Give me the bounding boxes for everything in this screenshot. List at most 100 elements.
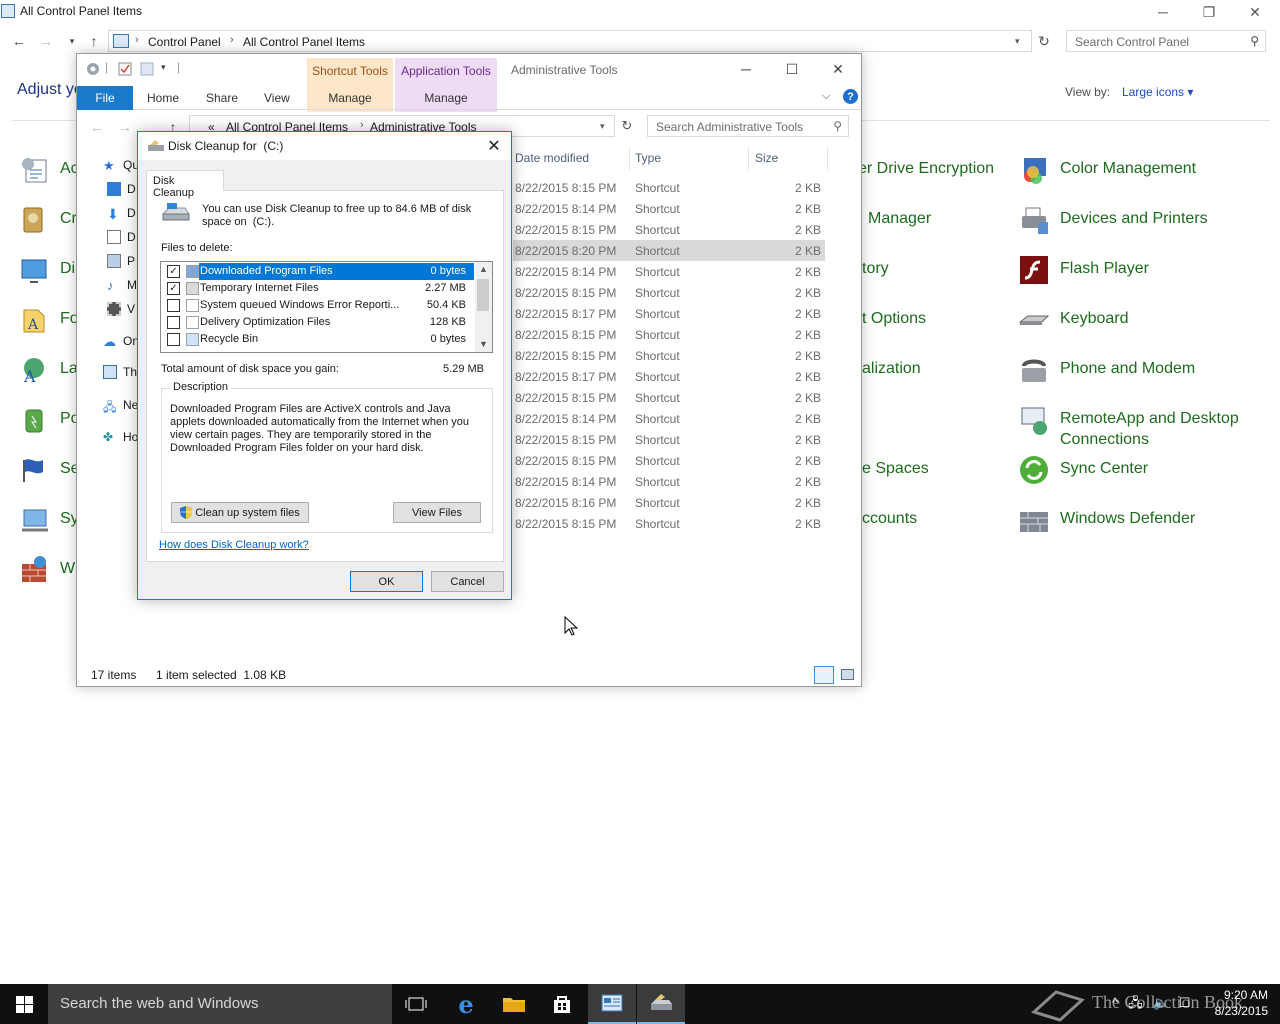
scroll-down-icon[interactable]: ▼ — [475, 337, 492, 352]
chevron-down-icon[interactable]: ▾ — [600, 121, 605, 132]
close-icon[interactable]: ✕ — [478, 132, 510, 160]
breadcrumb-all-items[interactable]: All Control Panel Items — [243, 35, 365, 49]
table-row[interactable]: 8/22/2015 8:15 PM Shortcut 2 KB — [513, 387, 825, 408]
properties-icon[interactable] — [117, 61, 133, 77]
search-icon[interactable]: ⚲ — [1250, 34, 1259, 48]
column-type[interactable]: Type — [635, 151, 661, 165]
table-row[interactable]: 8/22/2015 8:15 PM Shortcut 2 KB — [513, 345, 825, 366]
expand-ribbon-icon[interactable]: ⌵ — [822, 90, 830, 103]
maximize-icon[interactable]: ☐ — [769, 54, 815, 84]
list-item[interactable]: Delivery Optimization Files 128 KB — [161, 314, 476, 331]
cancel-button[interactable]: Cancel — [431, 571, 504, 592]
cp-item-mid-5[interactable]: e Spaces — [862, 454, 929, 479]
cp-item-mid-3[interactable]: t Options — [862, 304, 926, 329]
scroll-thumb[interactable] — [477, 279, 489, 311]
cp-item-mid-0[interactable]: er Drive Encryption — [858, 154, 994, 179]
cp-item-windows-defender[interactable]: Windows Defender — [1018, 504, 1195, 536]
table-row[interactable]: 8/22/2015 8:14 PM Shortcut 2 KB — [513, 408, 825, 429]
start-button[interactable] — [0, 984, 48, 1024]
close-icon[interactable]: ✕ — [815, 54, 861, 84]
taskbar-file-explorer[interactable] — [490, 984, 538, 1024]
taskbar-search-box[interactable]: Search the web and Windows — [48, 984, 392, 1024]
up-arrow-icon[interactable]: ↑ — [84, 31, 104, 51]
tab-share[interactable]: Share — [206, 91, 238, 105]
taskbar-disk-cleanup[interactable] — [637, 984, 685, 1024]
cp-item-flash-player[interactable]: Flash Player — [1018, 254, 1149, 286]
list-item[interactable]: ✓ Temporary Internet Files 2.27 MB — [161, 280, 476, 297]
list-item[interactable]: Recycle Bin 0 bytes — [161, 331, 476, 348]
minimize-icon[interactable]: ─ — [1140, 0, 1186, 24]
clean-up-system-files-button[interactable]: Clean up system files — [171, 502, 309, 523]
cp-item-mid-4[interactable]: alization — [862, 354, 921, 379]
nav-network[interactable]: 🖧 Ne — [103, 398, 138, 414]
system-tray[interactable]: ^🖧🔈☐ — [1112, 994, 1200, 1016]
chevron-right-icon[interactable]: › — [135, 34, 139, 46]
nav-videos[interactable]: V — [107, 302, 135, 316]
file-checkbox[interactable]: ✓ — [167, 282, 180, 295]
table-row[interactable]: 8/22/2015 8:14 PM Shortcut 2 KB — [513, 261, 825, 282]
chevron-right-icon[interactable]: › — [230, 34, 234, 46]
forward-arrow-icon[interactable]: → — [36, 31, 56, 51]
table-row[interactable]: 8/22/2015 8:17 PM Shortcut 2 KB — [513, 366, 825, 387]
table-row[interactable]: 8/22/2015 8:15 PM Shortcut 2 KB — [513, 450, 825, 471]
cp-item-left-4[interactable]: A La — [18, 354, 78, 386]
scroll-up-icon[interactable]: ▲ — [475, 262, 492, 277]
details-view-icon[interactable] — [814, 666, 834, 684]
close-icon[interactable]: ✕ — [1232, 0, 1278, 24]
cp-item-left-5[interactable]: Po — [18, 404, 80, 436]
how-disk-cleanup-works-link[interactable]: How does Disk Cleanup work? — [159, 539, 309, 551]
cp-item-mid-1[interactable]: Manager — [868, 204, 931, 229]
taskbar-store[interactable] — [538, 984, 586, 1024]
file-checkbox[interactable] — [167, 316, 180, 329]
cp-item-phone-modem[interactable]: Phone and Modem — [1018, 354, 1195, 386]
cp-item-remoteapp[interactable]: RemoteApp and Desktop Connections — [1018, 404, 1250, 450]
table-row[interactable]: 8/22/2015 8:15 PM Shortcut 2 KB — [513, 219, 825, 240]
cp-item-sync-center[interactable]: Sync Center — [1018, 454, 1148, 486]
refresh-icon[interactable]: ↻ — [617, 116, 637, 136]
restore-icon[interactable]: ❐ — [1186, 0, 1232, 24]
table-row[interactable]: 8/22/2015 8:20 PM Shortcut 2 KB — [513, 240, 825, 261]
files-to-delete-list[interactable]: ✓ Downloaded Program Files 0 bytes ✓ Tempora… — [160, 261, 493, 353]
clock-time[interactable]: 9:20 AM — [1216, 988, 1268, 1002]
cp-item-color-management[interactable]: Color Management — [1018, 154, 1196, 186]
forward-arrow-icon[interactable]: → — [115, 117, 135, 137]
table-row[interactable]: 8/22/2015 8:15 PM Shortcut 2 KB — [513, 429, 825, 450]
refresh-icon[interactable]: ↻ — [1034, 31, 1054, 51]
cp-item-keyboard[interactable]: Keyboard — [1018, 304, 1129, 336]
view-by-dropdown[interactable]: Large icons ▾ — [1122, 85, 1193, 99]
taskbar-control-panel[interactable] — [588, 984, 636, 1024]
column-separator[interactable] — [748, 148, 749, 170]
cp-item-left-6[interactable]: Se — [18, 454, 80, 486]
qat-dropdown-icon[interactable]: ▾ — [161, 62, 166, 73]
nav-music[interactable]: ♪ M — [107, 278, 137, 293]
table-row[interactable]: 8/22/2015 8:15 PM Shortcut 2 KB — [513, 513, 825, 534]
list-item[interactable]: System queued Windows Error Reporti... 50… — [161, 297, 476, 314]
column-separator[interactable] — [827, 148, 828, 170]
nav-quick-access[interactable]: ★ Qu — [103, 158, 139, 173]
nav-pictures[interactable]: P — [107, 254, 135, 268]
show-hidden-icons-icon[interactable]: ^ — [1112, 995, 1128, 1010]
table-row[interactable]: 8/22/2015 8:16 PM Shortcut 2 KB — [513, 492, 825, 513]
chevron-right-icon[interactable]: › — [360, 119, 364, 131]
nav-this-pc[interactable]: Th — [103, 365, 137, 379]
search-control-panel-input[interactable]: Search Control Panel ⚲ — [1066, 30, 1266, 52]
recent-locations-icon[interactable]: ▾ — [62, 31, 82, 51]
tab-view[interactable]: View — [264, 91, 290, 105]
large-icons-view-icon[interactable] — [838, 666, 858, 684]
cp-item-left-7[interactable]: Sy — [18, 504, 79, 536]
tab-file[interactable]: File — [77, 86, 133, 110]
new-folder-icon[interactable] — [139, 61, 155, 77]
nav-onedrive[interactable]: ☁ On — [103, 334, 139, 349]
file-checkbox[interactable] — [167, 333, 180, 346]
cp-item-mid-2[interactable]: tory — [862, 254, 889, 279]
nav-downloads[interactable]: ⬇ D — [107, 206, 136, 222]
column-separator[interactable] — [629, 148, 630, 170]
cp-item-left-1[interactable]: Cr — [18, 204, 77, 236]
breadcrumb-control-panel[interactable]: Control Panel — [148, 35, 221, 49]
search-admin-tools-input[interactable]: Search Administrative Tools ⚲ — [647, 115, 849, 137]
chevron-down-icon[interactable]: ▾ — [1015, 36, 1020, 47]
network-icon[interactable]: 🖧 — [1128, 995, 1153, 1010]
back-arrow-icon[interactable]: ← — [9, 31, 29, 51]
nav-homegroup[interactable]: ✤ Ho — [103, 430, 138, 444]
cp-item-left-0[interactable]: Ac — [18, 154, 79, 186]
